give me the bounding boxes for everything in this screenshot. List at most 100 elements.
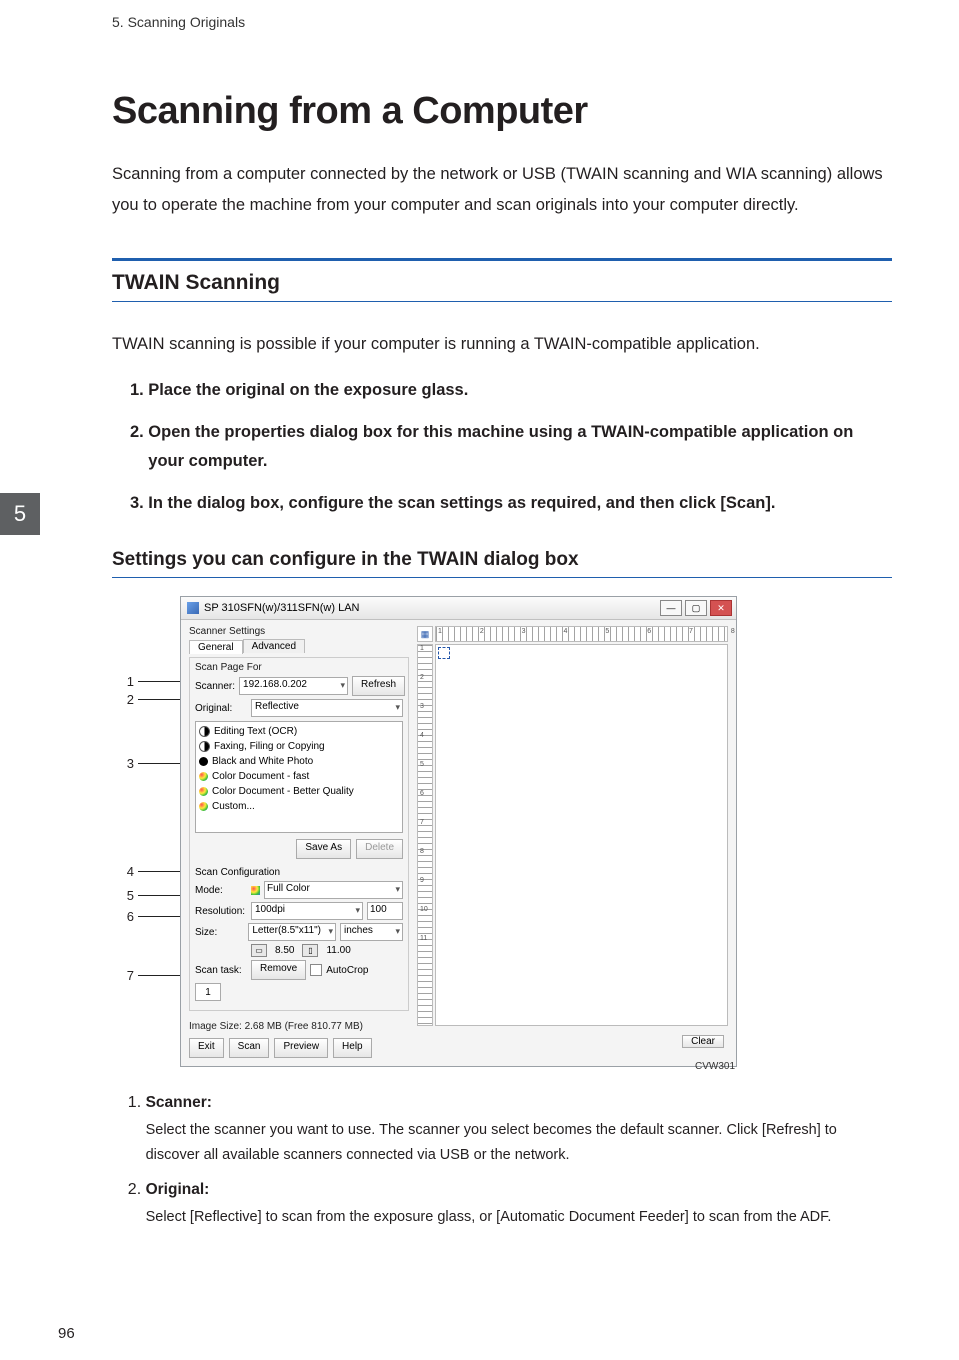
- mode-dropdown[interactable]: Full Color: [264, 881, 403, 899]
- ruler-origin-icon: ▦: [417, 626, 433, 642]
- tick: 1: [420, 645, 428, 652]
- list-item[interactable]: Faxing, Filing or Copying: [199, 739, 399, 754]
- task-number-box[interactable]: 1: [195, 983, 221, 1001]
- def-item-2: Original: Select [Reflective] to scan fr…: [146, 1181, 892, 1230]
- close-button[interactable]: ✕: [710, 600, 732, 616]
- scan-button[interactable]: Scan: [229, 1038, 270, 1058]
- def-term: Scanner:: [146, 1094, 892, 1112]
- image-size-status: Image Size: 2.68 MB (Free 810.77 MB): [189, 1021, 409, 1032]
- minimize-button[interactable]: —: [660, 600, 682, 616]
- refresh-button[interactable]: Refresh: [352, 676, 405, 696]
- callout-6: 6: [120, 909, 134, 924]
- height-icon: ▯: [302, 944, 318, 957]
- autocrop-label: AutoCrop: [326, 965, 368, 976]
- settings-heading: Settings you can configure in the TWAIN …: [112, 549, 892, 571]
- tick: 10: [420, 906, 428, 913]
- delete-button[interactable]: Delete: [356, 839, 403, 859]
- vertical-ruler: 1 2 3 4 5 6 7 8 9 10 11: [417, 644, 433, 1026]
- def-term: Original:: [146, 1181, 892, 1199]
- width-value: 8.50: [275, 945, 294, 956]
- tick: 2: [420, 674, 428, 681]
- help-button[interactable]: Help: [333, 1038, 372, 1058]
- procedure-list: Place the original on the exposure glass…: [112, 376, 892, 519]
- tick: 8: [420, 848, 428, 855]
- list-item-label: Color Document - fast: [212, 771, 309, 782]
- app-icon: [187, 602, 199, 614]
- dialog-title: SP 310SFN(w)/311SFN(w) LAN: [204, 602, 657, 614]
- scan-config-label: Scan Configuration: [195, 867, 403, 878]
- resolution-dropdown[interactable]: 100dpi: [251, 902, 363, 920]
- scan-profile-list[interactable]: Editing Text (OCR) Faxing, Filing or Cop…: [195, 721, 403, 833]
- scan-task-label: Scan task:: [195, 965, 247, 976]
- tab-advanced[interactable]: Advanced: [243, 639, 305, 653]
- original-label: Original:: [195, 703, 247, 714]
- list-item-label: Custom...: [212, 801, 255, 812]
- size-label: Size:: [195, 927, 244, 938]
- preview-button[interactable]: Preview: [274, 1038, 328, 1058]
- scanner-label: Scanner:: [195, 681, 235, 692]
- maximize-button[interactable]: ▢: [685, 600, 707, 616]
- section-rule: [112, 258, 892, 261]
- figure-id: CVW301: [695, 1061, 735, 1072]
- twain-heading: TWAIN Scanning: [112, 271, 892, 295]
- resolution-input[interactable]: 100: [367, 902, 403, 920]
- selection-marquee[interactable]: [438, 647, 450, 659]
- list-item[interactable]: Custom...: [199, 799, 399, 814]
- page-number: 96: [58, 1325, 75, 1342]
- mode-label: Mode:: [195, 885, 247, 896]
- tick: 3: [420, 703, 428, 710]
- scanner-settings-label: Scanner Settings: [189, 626, 409, 637]
- remove-button[interactable]: Remove: [251, 960, 306, 980]
- def-item-1: Scanner: Select the scanner you want to …: [146, 1094, 892, 1167]
- tab-general[interactable]: General: [189, 640, 243, 654]
- ruler-h-labels: 1 2 3 4 5 6 7 8: [438, 628, 753, 635]
- preview-canvas[interactable]: [435, 644, 728, 1026]
- chapter-tab: 5: [0, 493, 40, 535]
- list-item-label: Color Document - Better Quality: [212, 786, 354, 797]
- original-dropdown[interactable]: Reflective: [251, 699, 403, 717]
- callout-3: 3: [120, 756, 134, 771]
- list-item-label: Editing Text (OCR): [214, 726, 297, 737]
- twain-dialog: SP 310SFN(w)/311SFN(w) LAN — ▢ ✕ Scanner…: [180, 596, 737, 1067]
- twain-lead: TWAIN scanning is possible if your compu…: [112, 330, 892, 360]
- tick: 4: [420, 732, 428, 739]
- section-rule-thin-2: [112, 577, 892, 579]
- scanner-dropdown[interactable]: 192.168.0.202: [239, 677, 348, 695]
- breadcrumb: 5. Scanning Originals: [112, 14, 245, 30]
- width-icon: ▭: [251, 944, 267, 957]
- exit-button[interactable]: Exit: [189, 1038, 224, 1058]
- scan-page-for-label: Scan Page For: [195, 662, 403, 673]
- intro-paragraph: Scanning from a computer connected by th…: [112, 159, 892, 222]
- callout-4: 4: [120, 864, 134, 879]
- list-item[interactable]: Editing Text (OCR): [199, 724, 399, 739]
- tick: 6: [420, 790, 428, 797]
- tick: 11: [420, 935, 428, 942]
- list-item[interactable]: Black and White Photo: [199, 754, 399, 769]
- list-item-label: Faxing, Filing or Copying: [214, 741, 325, 752]
- tick: 5: [420, 761, 428, 768]
- tick: 9: [420, 877, 428, 884]
- section-rule-thin: [112, 301, 892, 303]
- tick: 7: [420, 819, 428, 826]
- callout-7: 7: [120, 968, 134, 983]
- callout-2: 2: [120, 692, 134, 707]
- step-3: In the dialog box, configure the scan se…: [148, 489, 892, 519]
- callout-5: 5: [120, 888, 134, 903]
- clear-button[interactable]: Clear: [682, 1035, 724, 1048]
- ruler-v-labels: 1 2 3 4 5 6 7 8 9 10 11: [420, 645, 428, 942]
- units-dropdown[interactable]: inches: [340, 923, 403, 941]
- list-item[interactable]: Color Document - Better Quality: [199, 784, 399, 799]
- definition-list: Scanner: Select the scanner you want to …: [112, 1094, 892, 1230]
- step-2-text: Open the properties dialog box for this …: [148, 418, 892, 477]
- step-2: Open the properties dialog box for this …: [148, 418, 892, 477]
- list-item-label: Black and White Photo: [212, 756, 313, 767]
- height-value: 11.00: [326, 945, 350, 956]
- def-body: Select the scanner you want to use. The …: [146, 1118, 892, 1167]
- list-item[interactable]: Color Document - fast: [199, 769, 399, 784]
- step-1-text: Place the original on the exposure glass…: [148, 376, 892, 406]
- size-dropdown[interactable]: Letter(8.5"x11"): [248, 923, 336, 941]
- step-1: Place the original on the exposure glass…: [148, 376, 892, 406]
- resolution-label: Resolution:: [195, 906, 247, 917]
- save-as-button[interactable]: Save As: [296, 839, 351, 859]
- autocrop-checkbox[interactable]: [310, 964, 322, 976]
